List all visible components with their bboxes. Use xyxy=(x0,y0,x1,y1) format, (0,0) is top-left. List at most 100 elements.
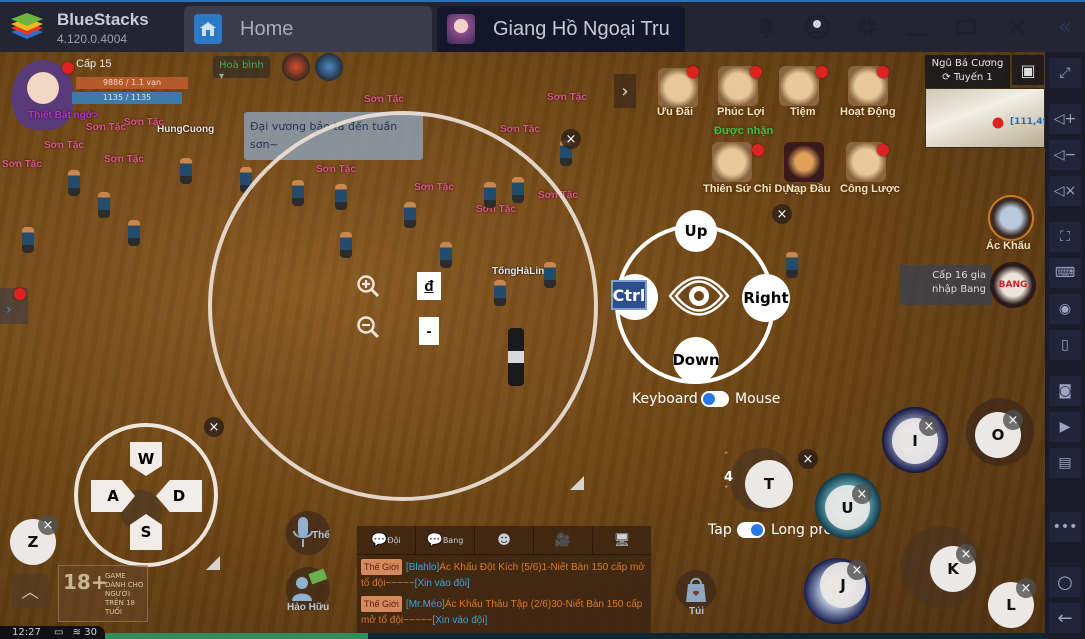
more-button[interactable]: ••• xyxy=(1049,512,1081,542)
back-arrow-icon: ← xyxy=(1057,607,1073,629)
guild-hint[interactable]: Cấp 16 gia nhập Bang xyxy=(900,265,992,305)
keyboard-mouse-toggle[interactable] xyxy=(701,391,729,407)
left-expand-tab[interactable]: › xyxy=(0,288,28,324)
npc-player[interactable] xyxy=(180,158,192,184)
volume-up-button[interactable]: ◁+ xyxy=(1049,104,1081,134)
chat-tab-screen[interactable]: 🖥 xyxy=(593,526,651,554)
buff-water-icon[interactable] xyxy=(315,53,343,81)
zoom-out-key[interactable]: - xyxy=(419,317,439,345)
fullscreen-button[interactable]: ⤢ xyxy=(1049,58,1081,88)
refresh-icon[interactable]: ⟳ xyxy=(942,72,950,83)
bag-button[interactable] xyxy=(676,570,716,610)
npc-bandit[interactable] xyxy=(22,227,34,253)
media-folder-button[interactable]: ▤ xyxy=(1049,448,1081,478)
menu-uu-dai[interactable]: Ưu Đãi xyxy=(657,106,693,118)
zoom-in-key[interactable]: đ xyxy=(417,272,441,300)
chat-message[interactable]: Thế Giới [Blahlo]Ác Khấu Đột Kích (5/6)1-… xyxy=(357,555,651,592)
ac-khau-label[interactable]: Ác Khấu xyxy=(986,240,1031,252)
chat-tab-emoji[interactable]: ☻ xyxy=(475,526,534,554)
remove-aim-control-button[interactable]: × xyxy=(561,129,581,149)
chat-panel[interactable]: 💬 Đội 💬 Bang ☻ 🎥 🖥 Thế Giới [Blahlo]Ác Khấu… xyxy=(357,526,651,634)
chat-tab-team[interactable]: 💬 Đội xyxy=(357,526,416,554)
android-home-button[interactable]: ○ xyxy=(1049,567,1081,597)
pk-mode-dropdown[interactable]: Hoà bình ▾ xyxy=(213,56,270,82)
chevron-up-icon[interactable]: ︿ xyxy=(12,574,48,608)
npc-bandit[interactable] xyxy=(786,252,798,278)
remove-t-button[interactable]: × xyxy=(798,449,818,469)
tap-longpress-toggle[interactable] xyxy=(737,522,765,538)
npc-bandit[interactable] xyxy=(128,220,140,246)
remove-l-button[interactable]: × xyxy=(1016,578,1036,598)
join-team-link[interactable]: [Xin vào đội] xyxy=(415,578,470,589)
gear-icon[interactable] xyxy=(852,12,882,42)
wasd-resize-handle[interactable] xyxy=(206,556,220,570)
chevron-down-icon: ▾ xyxy=(219,71,225,82)
buff-fire-icon[interactable] xyxy=(282,53,310,81)
chat-tab-camera[interactable]: 🎥 xyxy=(534,526,593,554)
player-name: HungCuong xyxy=(157,124,215,135)
npc-bandit[interactable] xyxy=(68,170,80,196)
chat-sender[interactable]: [Mr.Méo] xyxy=(406,599,445,610)
sword-icon[interactable] xyxy=(784,142,824,182)
tiem-icon[interactable] xyxy=(779,66,819,106)
tab-home[interactable]: Home xyxy=(184,6,432,52)
remove-u-button[interactable]: × xyxy=(852,484,872,504)
record-button[interactable]: ▶ xyxy=(1049,412,1081,442)
level-label: Cấp 15 xyxy=(76,58,112,70)
arrow-down-key[interactable]: Down xyxy=(672,337,720,383)
bluestacks-window: BlueStacks 4.120.0.4004 Home Giang Hồ Ng… xyxy=(0,0,1085,639)
remove-arrow-control-button[interactable]: × xyxy=(772,204,792,224)
account-icon[interactable] xyxy=(802,12,832,42)
ac-khau-icon[interactable] xyxy=(988,195,1034,241)
age-rating-text: GAME DÀNH CHO NGƯỜI TRÊN 18 TUỔI xyxy=(105,572,144,616)
chat-tab-guild[interactable]: 💬 Bang xyxy=(416,526,475,554)
menu-hoat-dong[interactable]: Hoạt Động xyxy=(840,106,896,118)
minimize-icon[interactable] xyxy=(902,12,932,42)
key-t[interactable]: T xyxy=(745,460,793,508)
arrow-right-key[interactable]: Right xyxy=(742,274,790,322)
android-back-button[interactable]: ← xyxy=(1049,603,1081,633)
mute-button[interactable]: ◁× xyxy=(1049,176,1081,206)
remove-j-button[interactable]: × xyxy=(847,560,867,580)
app-name: BlueStacks xyxy=(57,10,149,29)
remove-k-button[interactable]: × xyxy=(956,544,976,564)
screenshot-button[interactable]: ◙ xyxy=(1049,376,1081,406)
wings-icon[interactable] xyxy=(712,142,752,182)
game-viewport[interactable]: Cấp 15 9886 / 1.1 vạn 1135 / 1135 Hoà bì… xyxy=(0,52,1045,639)
guild-badge[interactable]: BANG xyxy=(990,262,1036,308)
npc-bandit[interactable] xyxy=(98,192,110,218)
tap-mode-label: Tap xyxy=(708,522,732,538)
expand-menu-button[interactable]: › xyxy=(614,74,636,108)
maximize-icon[interactable] xyxy=(951,12,981,42)
bell-icon[interactable] xyxy=(751,12,781,42)
remove-o-button[interactable]: × xyxy=(1003,410,1023,430)
minimap[interactable]: [111,49] xyxy=(925,88,1045,148)
menu-thien-su-chi-duc[interactable]: Thiên Sứ Chi Dực xyxy=(703,183,797,195)
chevron-down-icon[interactable]: ˇ xyxy=(724,486,729,496)
channel-line[interactable]: Tuyến 1 xyxy=(954,72,993,83)
tab-game[interactable]: Giang Hồ Ngoại Tru xyxy=(437,6,685,52)
volume-down-button[interactable]: ◁− xyxy=(1049,140,1081,170)
chat-sender[interactable]: [Blahlo] xyxy=(406,562,439,573)
menu-tiem[interactable]: Tiệm xyxy=(790,106,815,118)
rotate-button[interactable]: ▯ xyxy=(1049,330,1081,360)
remove-i-button[interactable]: × xyxy=(919,416,939,436)
eye-button[interactable]: ◉ xyxy=(1049,294,1081,324)
remove-z-button[interactable]: × xyxy=(38,515,58,535)
chat-message[interactable]: Thế Giới [Mr.Méo]Ác Khấu Thâu Tập (2/6)30… xyxy=(357,592,651,629)
camera-view-icon[interactable]: ▣ xyxy=(1012,55,1044,85)
menu-cong-luoc[interactable]: Công Lược xyxy=(840,183,900,195)
join-team-link[interactable]: [Xin vào đội] xyxy=(432,615,487,626)
keyboard-controls-button[interactable]: ⌨ xyxy=(1049,258,1081,288)
arrow-left-key[interactable]: Ctrl xyxy=(611,280,647,310)
remove-wasd-button[interactable]: × xyxy=(204,417,224,437)
lock-cursor-button[interactable]: ⛶ xyxy=(1049,222,1081,252)
close-icon[interactable] xyxy=(1002,12,1032,42)
arrow-up-key[interactable]: Up xyxy=(675,210,717,252)
collapse-sidebar-icon[interactable]: « xyxy=(1050,12,1080,42)
menu-nap-dau[interactable]: Nạp Đầu xyxy=(786,183,831,195)
menu-phuc-loi[interactable]: Phúc Lợi xyxy=(717,106,765,118)
aim-resize-handle[interactable] xyxy=(570,476,584,490)
aim-zoom-control[interactable] xyxy=(208,111,598,501)
chevron-up-icon[interactable]: ˆ xyxy=(724,452,729,462)
